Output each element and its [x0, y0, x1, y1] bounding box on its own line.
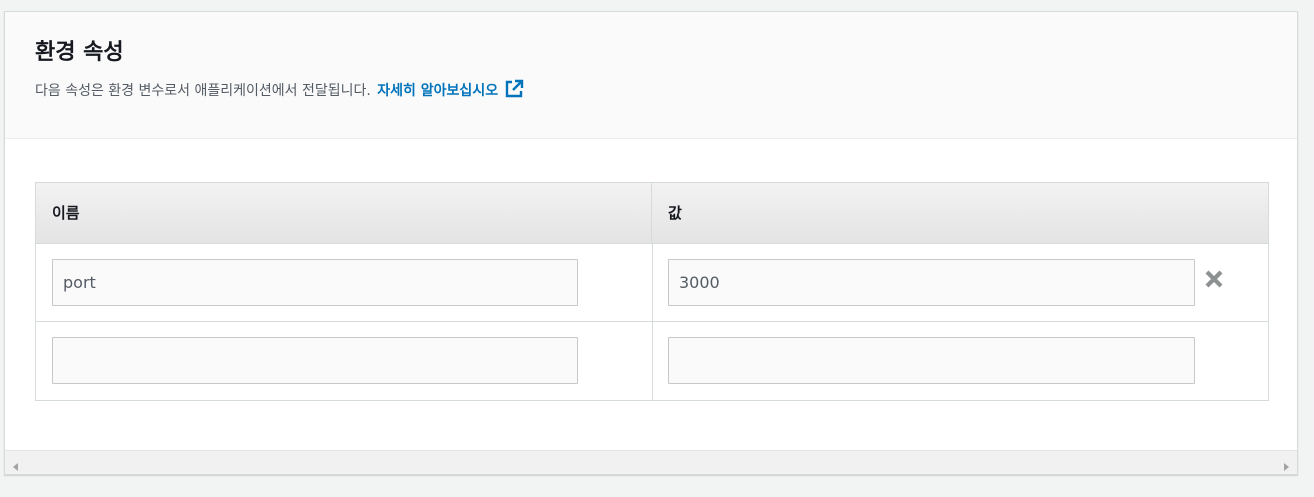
table-row	[36, 244, 1268, 322]
table-row	[36, 322, 1268, 400]
property-value-input[interactable]	[668, 259, 1195, 306]
scroll-right-arrow-icon[interactable]	[1281, 457, 1291, 471]
table-header: 이름 값	[36, 183, 1268, 244]
environment-properties-panel: 환경 속성 다음 속성은 환경 변수로서 애플리케이션에서 전달됩니다. 자세히…	[4, 11, 1298, 475]
panel-title: 환경 속성	[35, 40, 124, 65]
horizontal-scrollbar[interactable]	[5, 450, 1297, 474]
property-name-input[interactable]	[52, 259, 578, 306]
learn-more-label: 자세히 알아보십시오	[377, 83, 499, 99]
panel-header: 환경 속성 다음 속성은 환경 변수로서 애플리케이션에서 전달됩니다. 자세히…	[5, 12, 1297, 139]
external-link-icon	[504, 79, 524, 106]
property-name-input[interactable]	[52, 337, 578, 384]
scroll-left-arrow-icon[interactable]	[11, 457, 21, 471]
column-header-name: 이름	[36, 183, 652, 243]
column-header-value: 값	[668, 204, 682, 222]
panel-description: 다음 속성은 환경 변수로서 애플리케이션에서 전달됩니다. 자세히 알아보십시…	[35, 79, 524, 106]
description-text: 다음 속성은 환경 변수로서 애플리케이션에서 전달됩니다.	[35, 83, 371, 99]
learn-more-link[interactable]: 자세히 알아보십시오	[377, 79, 524, 99]
close-x-icon	[1205, 270, 1223, 288]
property-value-input[interactable]	[668, 337, 1195, 384]
remove-row-button[interactable]	[1202, 267, 1226, 291]
env-properties-table: 이름 값	[35, 182, 1269, 401]
